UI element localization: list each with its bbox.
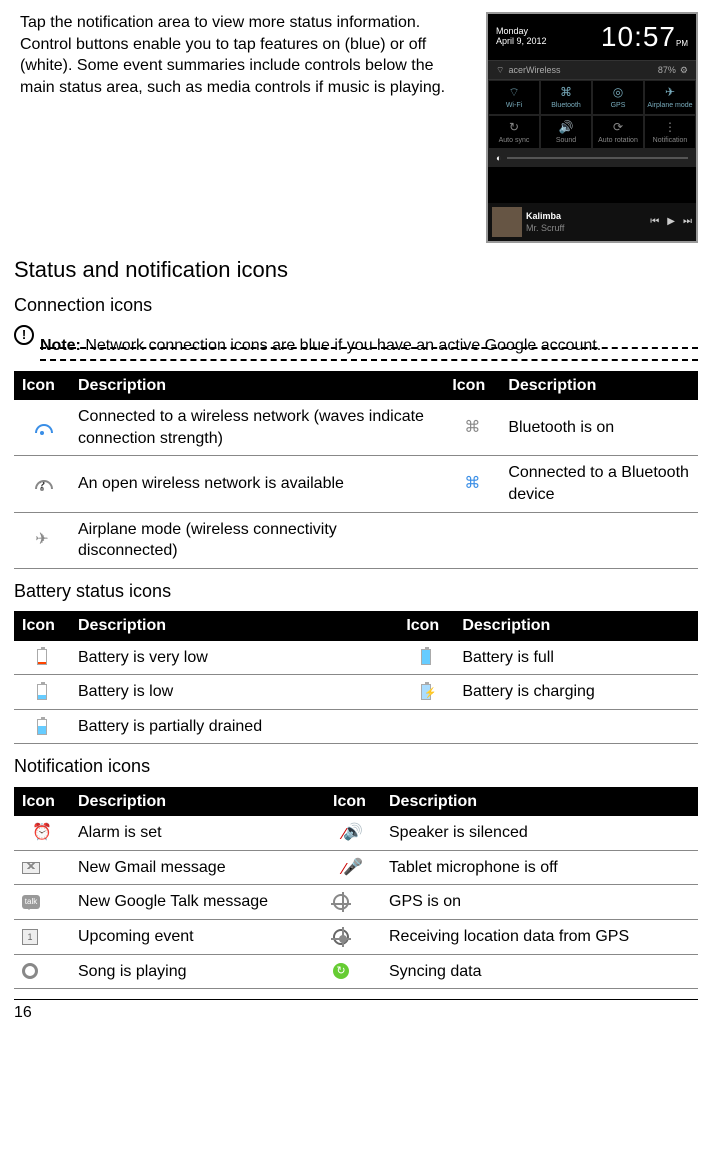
artist-name: Mr. Scruff	[526, 222, 646, 234]
gps-on-icon	[333, 894, 349, 910]
notif-tile-icon: ⋮	[645, 119, 695, 135]
battery-full-icon	[421, 649, 431, 665]
th-desc: Description	[454, 611, 698, 641]
tile-sound: Sound	[556, 137, 576, 144]
battery-charging-icon: ⚡	[421, 684, 431, 700]
play-icon: ▶	[667, 215, 675, 229]
song-playing-icon	[22, 963, 38, 979]
airplane-icon: ✈	[35, 531, 48, 548]
th-icon: Icon	[398, 611, 454, 641]
rotation-tile-icon: ⟳	[593, 119, 643, 135]
screenshot-ampm: PM	[676, 39, 688, 48]
track-name: Kalimba	[526, 210, 646, 222]
note-content: Note: Network connection icons are blue …	[40, 335, 698, 357]
heading-notification: Notification icons	[14, 754, 698, 778]
notif-desc: New Gmail message	[70, 850, 325, 885]
th-icon: Icon	[14, 371, 70, 401]
heading-connection: Connection icons	[14, 293, 698, 317]
th-icon: Icon	[14, 611, 70, 641]
wifi-connected-icon	[33, 421, 51, 435]
notif-desc: Receiving location data from GPS	[381, 920, 698, 955]
mic-off-icon: 🎤⁄	[343, 859, 363, 876]
screenshot-wifi: acerWireless	[508, 64, 560, 76]
connection-table: Icon Description Icon Description Connec…	[14, 371, 698, 569]
tile-notif: Notification	[653, 137, 688, 144]
th-icon: Icon	[14, 787, 70, 817]
page-number: 16	[14, 999, 698, 1024]
th-desc: Description	[70, 787, 325, 817]
wifi-icon: ⌔	[496, 64, 504, 76]
battery-partial-icon	[37, 719, 47, 735]
brightness-icon: ◐	[496, 152, 501, 164]
notification-table: Icon Description Icon Description ⏰ Alar…	[14, 787, 698, 990]
notif-desc: New Google Talk message	[70, 885, 325, 920]
dashed-line	[40, 359, 698, 361]
settings-icon: ⚙	[680, 64, 688, 76]
notif-desc: Alarm is set	[70, 816, 325, 850]
conn-desc: Connected to a Bluetooth device	[500, 456, 698, 512]
tile-gps: GPS	[611, 102, 626, 109]
conn-desc: Connected to a wireless network (waves i…	[70, 400, 444, 456]
brightness-slider	[507, 157, 688, 159]
syncing-icon: ↻	[333, 963, 349, 979]
notif-desc: Tablet microphone is off	[381, 850, 698, 885]
notif-desc: Song is playing	[70, 954, 325, 989]
tile-sync: Auto sync	[499, 137, 530, 144]
next-icon: ⏭	[683, 215, 692, 229]
google-talk-icon: talk	[22, 895, 40, 909]
bluetooth-connected-icon: ⌘	[464, 475, 480, 492]
batt-desc: Battery is very low	[70, 641, 398, 675]
sync-tile-icon: ↻	[489, 119, 539, 135]
album-art	[492, 207, 522, 237]
batt-desc: Battery is charging	[454, 675, 698, 710]
intro-text: Tap the notification area to view more s…	[14, 12, 472, 243]
embedded-screenshot: Monday April 9, 2012 10:57PM ⌔ acerWirel…	[486, 12, 698, 243]
th-desc: Description	[381, 787, 698, 817]
gps-tile-icon: ◎	[593, 84, 643, 100]
sound-tile-icon: 🔊	[541, 119, 591, 135]
prev-icon: ⏮	[650, 215, 659, 229]
notif-desc: Speaker is silenced	[381, 816, 698, 850]
tile-airplane: Airplane mode	[647, 102, 692, 109]
wifi-tile-icon: ⌔	[489, 84, 539, 100]
wifi-open-icon: ?	[33, 477, 51, 491]
conn-desc: An open wireless network is available	[70, 456, 444, 512]
batt-desc: Battery is low	[70, 675, 398, 710]
note-icon: !	[14, 325, 34, 345]
tile-rotation: Auto rotation	[598, 137, 638, 144]
bluetooth-tile-icon: ⌘	[541, 84, 591, 100]
gmail-icon	[22, 862, 40, 874]
heading-battery: Battery status icons	[14, 579, 698, 603]
notif-desc: Syncing data	[381, 954, 698, 989]
conn-desc: Bluetooth is on	[500, 400, 698, 456]
heading-status-notification: Status and notification icons	[14, 255, 698, 285]
th-desc: Description	[500, 371, 698, 401]
battery-table: Icon Description Icon Description Batter…	[14, 611, 698, 744]
screenshot-battery: 87%	[658, 64, 676, 76]
th-desc: Description	[70, 371, 444, 401]
calendar-event-icon: 1	[22, 929, 38, 945]
notif-desc: Upcoming event	[70, 920, 325, 955]
battery-verylow-icon	[37, 649, 47, 665]
gps-receiving-icon	[333, 929, 349, 945]
conn-desc: Airplane mode (wireless connectivity dis…	[70, 512, 444, 568]
th-icon: Icon	[444, 371, 500, 401]
speaker-silenced-icon: 🔊⁄	[343, 824, 363, 841]
alarm-icon: ⏰	[32, 824, 52, 841]
tile-bt: Bluetooth	[551, 102, 581, 109]
battery-low-icon	[37, 684, 47, 700]
th-desc: Description	[70, 611, 398, 641]
bluetooth-on-icon: ⌘	[464, 419, 480, 436]
batt-desc: Battery is partially drained	[70, 709, 398, 744]
tile-wifi: Wi-Fi	[506, 102, 522, 109]
notif-desc: GPS is on	[381, 885, 698, 920]
batt-desc: Battery is full	[454, 641, 698, 675]
th-icon: Icon	[325, 787, 381, 817]
screenshot-date: April 9, 2012	[496, 37, 547, 47]
airplane-tile-icon: ✈	[645, 84, 695, 100]
screenshot-time: 10:57	[601, 21, 676, 52]
